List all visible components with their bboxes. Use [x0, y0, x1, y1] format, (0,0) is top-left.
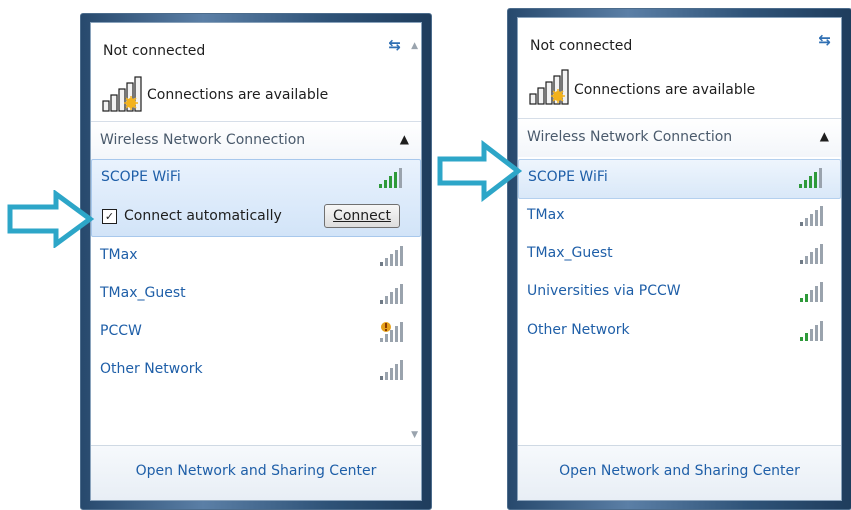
open-network-sharing-center-link[interactable]: Open Network and Sharing Center: [518, 463, 841, 479]
network-item-tmax-guest[interactable]: TMax_Guest: [518, 236, 841, 274]
open-network-sharing-center-link[interactable]: Open Network and Sharing Center: [91, 463, 421, 479]
network-flyout-left: Not connected ⇆ Connections are availabl…: [80, 13, 432, 510]
flyout-footer: Open Network and Sharing Center: [518, 445, 841, 500]
wifi-signal-icon: [800, 244, 823, 264]
network-name: TMax: [527, 207, 565, 223]
wireless-section-header[interactable]: Wireless Network Connection ▲: [91, 121, 421, 160]
wireless-section-label: Wireless Network Connection: [527, 129, 733, 145]
network-item-other[interactable]: Other Network: [91, 352, 421, 390]
flyout-content: Not connected ⇆ Connections are availabl…: [517, 17, 842, 501]
network-name: SCOPE WiFi: [101, 169, 181, 185]
network-name: SCOPE WiFi: [528, 169, 608, 185]
network-available-icon: [529, 69, 569, 105]
connect-automatically-row[interactable]: ✓ Connect automatically: [102, 208, 282, 224]
network-item-scope-wifi[interactable]: SCOPE WiFi ✓ Connect automatically Conne…: [91, 159, 421, 237]
connect-button[interactable]: Connect: [324, 204, 400, 228]
connection-status-title: Not connected: [530, 38, 633, 54]
network-item-scope-wifi[interactable]: SCOPE WiFi: [518, 159, 841, 199]
connection-status-title: Not connected: [103, 43, 206, 59]
network-available-icon: [102, 76, 142, 112]
network-item-tmax[interactable]: TMax: [91, 238, 421, 276]
connect-button-label: Connect: [333, 208, 391, 224]
chevron-up-icon[interactable]: ▲: [400, 132, 409, 146]
scroll-down-icon[interactable]: ▼: [411, 430, 418, 440]
wifi-signal-warning-icon: [380, 322, 403, 342]
flyout-footer: Open Network and Sharing Center: [91, 445, 421, 500]
connect-automatically-label: Connect automatically: [124, 208, 282, 224]
network-name: PCCW: [100, 323, 142, 339]
network-item-tmax-guest[interactable]: TMax_Guest: [91, 276, 421, 314]
wifi-signal-icon: [799, 168, 822, 188]
wireless-section-label: Wireless Network Connection: [100, 132, 306, 148]
network-name: TMax: [100, 247, 138, 263]
wifi-signal-icon: [800, 321, 823, 341]
refresh-icon[interactable]: ⇆: [388, 36, 401, 54]
wifi-signal-icon: [379, 168, 402, 188]
wireless-section-header[interactable]: Wireless Network Connection ▲: [518, 118, 841, 157]
flyout-content: Not connected ⇆ Connections are availabl…: [90, 22, 422, 501]
network-item-other[interactable]: Other Network: [518, 313, 841, 351]
connections-available-text: Connections are available: [574, 82, 756, 98]
network-name: TMax_Guest: [100, 285, 186, 301]
network-name: Universities via PCCW: [527, 283, 681, 299]
scroll-up-icon[interactable]: ▲: [411, 41, 418, 51]
network-item-tmax[interactable]: TMax: [518, 198, 841, 236]
network-flyout-right: Not connected ⇆ Connections are availabl…: [507, 8, 851, 510]
wifi-signal-icon: [380, 246, 403, 266]
wifi-signal-icon: [800, 206, 823, 226]
network-name: TMax_Guest: [527, 245, 613, 261]
network-name: Other Network: [527, 322, 630, 338]
chevron-up-icon[interactable]: ▲: [820, 129, 829, 143]
arrow-right-icon: [437, 140, 523, 202]
refresh-icon[interactable]: ⇆: [818, 31, 831, 49]
wifi-signal-icon: [380, 284, 403, 304]
wifi-signal-icon: [800, 282, 823, 302]
connections-available-text: Connections are available: [147, 87, 329, 103]
network-name: Other Network: [100, 361, 203, 377]
network-item-pccw[interactable]: PCCW: [91, 314, 421, 352]
network-item-universities-via-pccw[interactable]: Universities via PCCW: [518, 274, 841, 312]
connect-automatically-checkbox[interactable]: ✓: [102, 208, 117, 224]
wifi-signal-icon: [380, 360, 403, 380]
arrow-right-icon: [7, 190, 95, 248]
